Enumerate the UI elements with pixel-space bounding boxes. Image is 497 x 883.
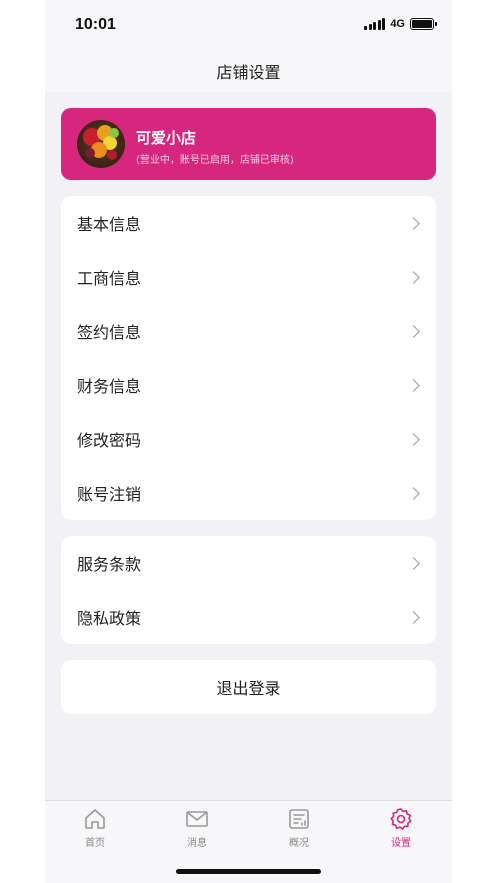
chevron-right-icon	[407, 324, 420, 338]
menu-item-label: 财务信息	[77, 377, 142, 396]
page-title: 店铺设置	[216, 63, 281, 82]
network-label: 4G	[390, 18, 405, 30]
chevron-right-icon	[407, 270, 420, 284]
menu-item-finance-info[interactable]: 财务信息	[61, 358, 436, 412]
menu-item-privacy-policy[interactable]: 隐私政策	[61, 590, 436, 644]
tab-label: 消息	[187, 838, 207, 849]
battery-icon	[410, 18, 437, 30]
chevron-right-icon	[407, 378, 420, 392]
menu-item-change-password[interactable]: 修改密码	[61, 412, 436, 466]
shop-name: 可爱小店	[136, 129, 197, 147]
menu-item-label: 基本信息	[77, 215, 142, 234]
settings-group-legal: 服务条款 隐私政策	[61, 536, 436, 644]
menu-item-label: 签约信息	[77, 323, 142, 342]
gear-icon	[390, 808, 412, 830]
overview-icon	[289, 809, 309, 829]
logout-button[interactable]: 退出登录	[61, 660, 436, 714]
logout-label: 退出登录	[216, 679, 281, 698]
chevron-right-icon	[407, 486, 420, 500]
menu-item-basic-info[interactable]: 基本信息	[61, 196, 436, 250]
shop-avatar	[77, 120, 125, 168]
shop-status: (营业中，账号已启用，店铺已审核)	[136, 155, 294, 166]
home-indicator	[176, 869, 321, 874]
menu-item-label: 隐私政策	[77, 609, 142, 628]
chevron-right-icon	[407, 610, 420, 624]
status-time: 10:01	[75, 16, 116, 33]
status-indicators: 4G	[364, 18, 437, 30]
status-bar: 10:01 4G	[45, 0, 452, 50]
menu-item-label: 工商信息	[77, 269, 142, 288]
tab-messages[interactable]: 消息	[167, 807, 227, 849]
tab-label: 设置	[391, 838, 411, 849]
chevron-right-icon	[407, 216, 420, 230]
menu-item-terms-of-service[interactable]: 服务条款	[61, 536, 436, 590]
tab-overview[interactable]: 概况	[269, 807, 329, 849]
chevron-right-icon	[407, 432, 420, 446]
tab-settings[interactable]: 设置	[371, 807, 431, 849]
phone-screen: 10:01 4G 店铺设置 可爱小店 (营业中，账号已启用，店铺已审核) 基本信…	[45, 0, 452, 883]
tab-label: 概况	[289, 838, 309, 849]
menu-item-label: 账号注销	[77, 485, 142, 504]
menu-item-label: 修改密码	[77, 431, 142, 450]
menu-item-delete-account[interactable]: 账号注销	[61, 466, 436, 520]
menu-item-business-info[interactable]: 工商信息	[61, 250, 436, 304]
home-icon	[85, 809, 105, 829]
menu-item-label: 服务条款	[77, 555, 142, 574]
nav-bar: 店铺设置	[45, 50, 452, 92]
chevron-right-icon	[407, 556, 420, 570]
tab-home[interactable]: 首页	[65, 807, 125, 849]
menu-item-contract-info[interactable]: 签约信息	[61, 304, 436, 358]
shop-card[interactable]: 可爱小店 (营业中，账号已启用，店铺已审核)	[61, 108, 436, 180]
tab-label: 首页	[85, 838, 105, 849]
mail-icon	[186, 811, 208, 827]
signal-icon	[364, 18, 386, 30]
settings-group-account: 基本信息 工商信息 签约信息 财务信息 修改密码 账号注销	[61, 196, 436, 520]
